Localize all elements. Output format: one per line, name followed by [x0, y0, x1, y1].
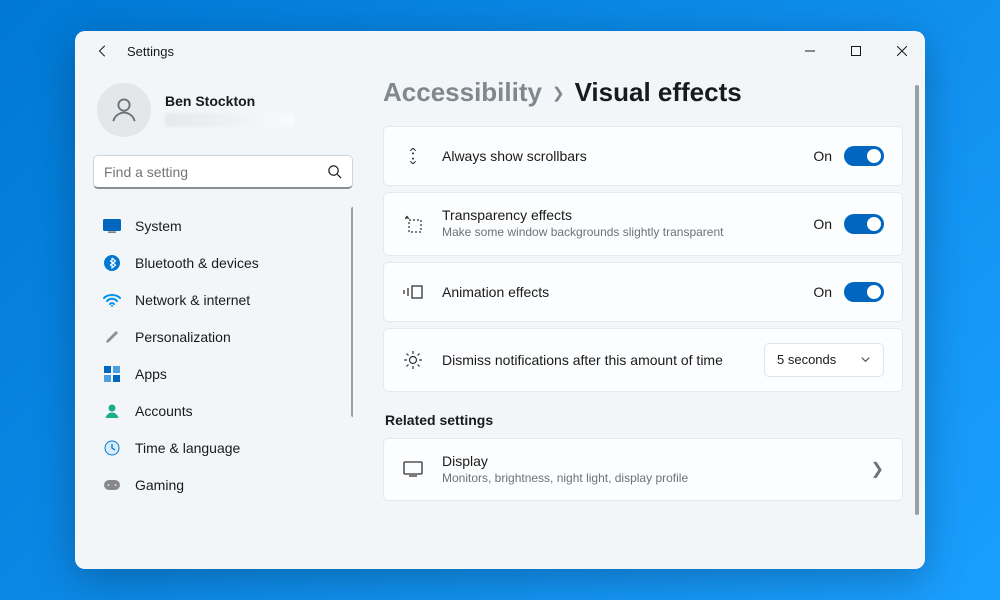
toggle-state: On: [813, 284, 832, 300]
setting-title: Transparency effects: [442, 207, 795, 223]
toggle-state: On: [813, 148, 832, 164]
chevron-down-icon: [860, 354, 871, 365]
related-display[interactable]: Display Monitors, brightness, night ligh…: [383, 438, 903, 502]
animation-icon: [402, 281, 424, 303]
sidebar-item-system[interactable]: System: [93, 207, 353, 244]
gaming-icon: [103, 476, 121, 494]
clock-icon: [103, 439, 121, 457]
profile-name: Ben Stockton: [165, 93, 295, 109]
search-box[interactable]: [93, 155, 353, 189]
setting-title: Animation effects: [442, 284, 795, 300]
search-icon: [327, 164, 342, 179]
dropdown-value: 5 seconds: [777, 352, 836, 367]
setting-animation-effects[interactable]: Animation effects On: [383, 262, 903, 322]
toggle-state: On: [813, 216, 832, 232]
display-icon: [402, 458, 424, 480]
breadcrumb-parent[interactable]: Accessibility: [383, 77, 542, 108]
settings-window: Settings Ben Stockton: [75, 31, 925, 569]
toggle-switch[interactable]: [844, 214, 884, 234]
window-controls: [787, 31, 925, 71]
breadcrumb-current: Visual effects: [575, 77, 742, 108]
content-area: Ben Stockton System Bluetooth & devices: [75, 71, 925, 569]
nav-label: System: [135, 218, 182, 234]
transparency-icon: [402, 213, 424, 235]
sidebar-item-apps[interactable]: Apps: [93, 355, 353, 392]
scrollbars-icon: [402, 145, 424, 167]
setting-always-show-scrollbars[interactable]: Always show scrollbars On: [383, 126, 903, 186]
related-title: Display: [442, 453, 853, 469]
setting-dismiss-notifications[interactable]: Dismiss notifications after this amount …: [383, 328, 903, 392]
sidebar-item-network[interactable]: Network & internet: [93, 281, 353, 318]
related-subtitle: Monitors, brightness, night light, displ…: [442, 471, 853, 487]
main-scrollbar[interactable]: [915, 85, 919, 515]
system-icon: [103, 217, 121, 235]
sidebar-item-gaming[interactable]: Gaming: [93, 466, 353, 503]
related-settings-heading: Related settings: [385, 412, 903, 428]
nav-label: Accounts: [135, 403, 193, 419]
back-button[interactable]: [89, 37, 117, 65]
nav-list: System Bluetooth & devices Network & int…: [93, 207, 353, 569]
sidebar-scrollbar[interactable]: [351, 207, 353, 417]
chevron-right-icon: ❯: [871, 459, 884, 479]
wifi-icon: [103, 291, 121, 309]
nav-label: Apps: [135, 366, 167, 382]
chevron-right-icon: ❯: [552, 84, 565, 102]
maximize-button[interactable]: [833, 31, 879, 71]
sidebar-item-time[interactable]: Time & language: [93, 429, 353, 466]
setting-subtitle: Make some window backgrounds slightly tr…: [442, 225, 742, 241]
sidebar: Ben Stockton System Bluetooth & devices: [75, 71, 365, 569]
sidebar-item-accounts[interactable]: Accounts: [93, 392, 353, 429]
nav-label: Personalization: [135, 329, 231, 345]
close-button[interactable]: [879, 31, 925, 71]
minimize-button[interactable]: [787, 31, 833, 71]
sidebar-item-bluetooth[interactable]: Bluetooth & devices: [93, 244, 353, 281]
bluetooth-icon: [103, 254, 121, 272]
breadcrumb: Accessibility ❯ Visual effects: [383, 77, 903, 108]
sidebar-item-personalization[interactable]: Personalization: [93, 318, 353, 355]
toggle-switch[interactable]: [844, 146, 884, 166]
apps-icon: [103, 365, 121, 383]
setting-title: Always show scrollbars: [442, 148, 795, 164]
dismiss-time-dropdown[interactable]: 5 seconds: [764, 343, 884, 377]
setting-transparency-effects[interactable]: Transparency effects Make some window ba…: [383, 192, 903, 256]
main-panel: Accessibility ❯ Visual effects Always sh…: [365, 71, 925, 569]
nav-label: Bluetooth & devices: [135, 255, 259, 271]
profile-block[interactable]: Ben Stockton: [93, 77, 353, 155]
accounts-icon: [103, 402, 121, 420]
nav-label: Time & language: [135, 440, 240, 456]
avatar: [97, 83, 151, 137]
titlebar: Settings: [75, 31, 925, 71]
brightness-icon: [402, 349, 424, 371]
search-input[interactable]: [104, 164, 327, 180]
profile-email-redacted: [165, 113, 295, 127]
settings-cards: Always show scrollbars On Transparency e…: [383, 126, 903, 392]
nav-label: Network & internet: [135, 292, 250, 308]
paintbrush-icon: [103, 328, 121, 346]
nav-label: Gaming: [135, 477, 184, 493]
setting-title: Dismiss notifications after this amount …: [442, 352, 746, 368]
toggle-switch[interactable]: [844, 282, 884, 302]
window-title: Settings: [127, 44, 174, 59]
